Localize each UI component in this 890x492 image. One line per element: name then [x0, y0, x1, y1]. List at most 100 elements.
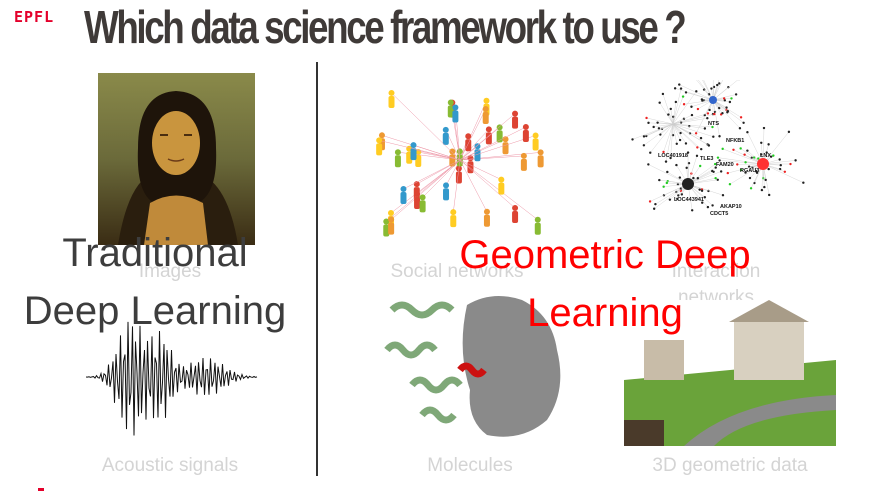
network-node [706, 117, 709, 120]
person-icon [498, 176, 505, 195]
caption-molecules: Molecules [427, 455, 513, 476]
person-icon [394, 149, 401, 168]
network-edge [672, 123, 713, 128]
network-node [764, 178, 767, 182]
network-node [675, 142, 678, 145]
traditional-dl-heading: Traditional Deep Learning [0, 224, 310, 340]
person-icon [465, 133, 472, 152]
person-icon [482, 106, 489, 125]
slide-title: Which data science framework to use ? [84, 1, 687, 53]
network-node [656, 121, 659, 124]
network-node [703, 196, 707, 199]
footer-mark [38, 488, 44, 491]
network-edge [659, 102, 674, 125]
network-node [794, 159, 797, 162]
social-edge [459, 100, 487, 161]
network-node [789, 162, 792, 166]
network-edge [672, 123, 702, 150]
network-edge [762, 131, 790, 165]
network-node [699, 164, 702, 168]
network-label: NTS [708, 121, 719, 127]
network-node [746, 149, 749, 152]
network-node [736, 163, 739, 166]
network-node [721, 147, 724, 151]
network-node [728, 183, 732, 186]
network-node [696, 177, 700, 180]
network-node [707, 144, 711, 147]
network-node [783, 170, 787, 173]
network-edge [658, 123, 674, 129]
network-node [772, 154, 775, 157]
network-node [690, 105, 693, 108]
social-edge [459, 159, 488, 212]
network-node [696, 107, 700, 111]
person-icon [520, 152, 527, 171]
network-node [700, 189, 704, 192]
network-label: FAM20 [716, 162, 734, 168]
network-node [703, 127, 707, 130]
person-icon [442, 126, 449, 145]
network-node [719, 170, 723, 173]
network-node [690, 113, 694, 117]
network-node [714, 176, 717, 180]
network-label: AKAP10 [720, 204, 742, 210]
network-node [678, 83, 681, 86]
person-icon [419, 194, 426, 213]
network-edge [696, 80, 714, 101]
network-node [716, 178, 719, 182]
person-icon [485, 126, 492, 145]
network-node [666, 170, 669, 174]
network-node [721, 112, 724, 115]
person-icon [512, 110, 519, 129]
network-node [694, 132, 698, 135]
network-node [725, 106, 728, 109]
person-icon [414, 191, 421, 210]
network-edge [762, 163, 804, 183]
network-node [695, 90, 698, 93]
social-edge [459, 159, 516, 209]
network-node [748, 176, 752, 180]
network-node [698, 188, 701, 191]
network-node [652, 207, 656, 210]
network-node [763, 185, 766, 189]
network-node [645, 116, 648, 120]
network-node [692, 176, 695, 180]
caption-acoustic: Acoustic signals [101, 455, 239, 476]
person-icon [400, 185, 407, 204]
network-node [744, 161, 747, 164]
network-node [718, 82, 721, 85]
network-node [695, 154, 699, 158]
network-node [778, 158, 781, 161]
network-node [685, 166, 688, 170]
network-node [665, 181, 669, 185]
network-node [767, 167, 770, 171]
network-node [730, 97, 733, 100]
social-edge [459, 108, 486, 161]
network-node [657, 127, 661, 130]
network-node [678, 176, 682, 179]
network-node [664, 160, 668, 163]
network-label: LOC443941 [674, 197, 704, 203]
network-node [662, 185, 665, 188]
network-label: LOC401918 [658, 153, 688, 159]
network-node [679, 87, 683, 90]
network-node [738, 127, 742, 130]
network-node [696, 146, 699, 149]
network-node [706, 205, 710, 209]
network-node [718, 135, 721, 138]
heading-line: Geometric Deep [459, 233, 751, 277]
network-node [684, 91, 688, 94]
network-node [802, 181, 805, 184]
network-node [669, 107, 672, 111]
network-label: LNX [760, 153, 771, 159]
person-icon [496, 124, 503, 143]
heading-line: Learning [527, 291, 683, 335]
network-node [642, 135, 646, 138]
network-node [708, 108, 711, 112]
network-node [722, 97, 726, 100]
network-node [749, 187, 753, 190]
network-node [647, 121, 650, 125]
network-node [779, 164, 782, 167]
network-node [654, 202, 657, 206]
network-node [743, 153, 746, 156]
